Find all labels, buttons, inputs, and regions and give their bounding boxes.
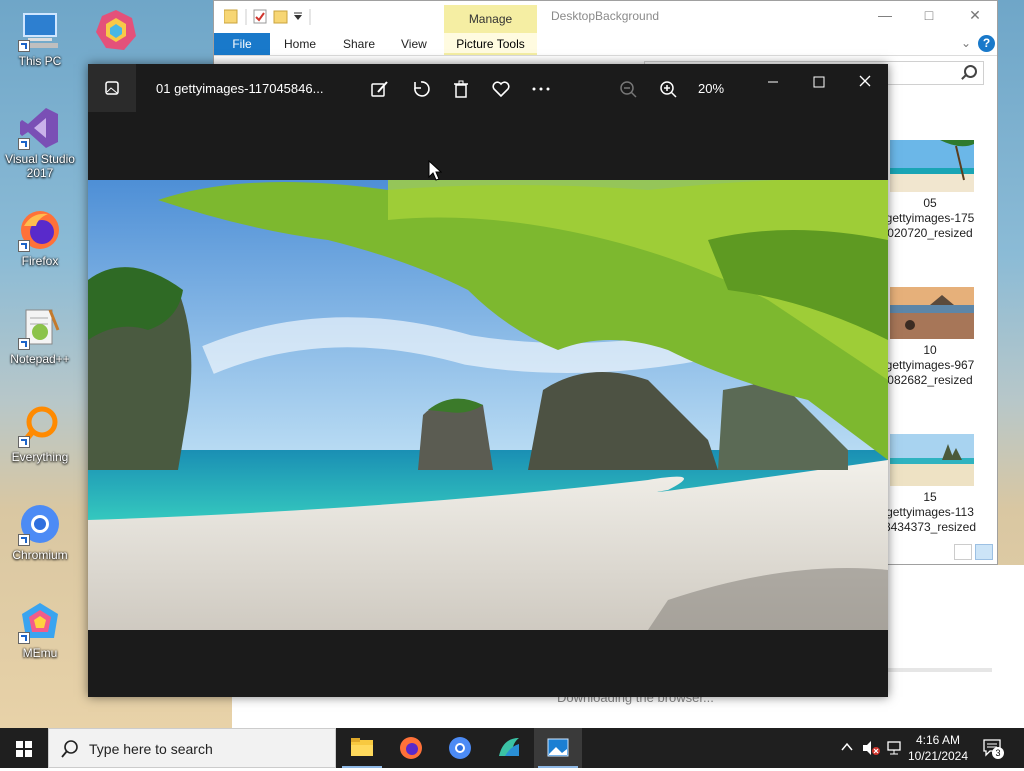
desktop-icon-label: Notepad++ — [10, 352, 70, 366]
tab-share[interactable]: Share — [343, 33, 375, 55]
file-label-text: 15 gettyimages-113 8434373_resized — [883, 490, 977, 534]
photos-app-icon — [94, 8, 138, 52]
thumbnail-beach-10[interactable] — [890, 287, 974, 339]
desktop-icon-visual-studio[interactable]: Visual Studio 2017 — [4, 106, 76, 180]
desktop-icon-memu[interactable]: MEmu — [4, 600, 76, 660]
viewer-filename: 01 gettyimages-117045846... — [156, 81, 324, 96]
tab-picture-tools[interactable]: Picture Tools — [444, 33, 537, 55]
photos-viewer-window[interactable]: 01 gettyimages-117045846... 20% — [88, 64, 888, 697]
search-icon — [964, 65, 977, 78]
tab-home[interactable]: Home — [284, 33, 316, 55]
photos-icon — [547, 738, 569, 757]
more-options-icon[interactable] — [530, 78, 552, 100]
desktop-icon-everything[interactable]: Everything — [4, 404, 76, 464]
notepadpp-icon — [18, 306, 62, 350]
explorer-titlebar[interactable]: Manage DesktopBackground — □ ✕ — [214, 1, 997, 33]
memu-icon — [18, 600, 62, 644]
explorer-ribbon: File Home Share View Picture Tools ⌄ ? — [214, 33, 997, 56]
taskbar-chromium[interactable] — [436, 728, 484, 768]
chromium-icon — [449, 737, 471, 759]
chevron-down-icon[interactable]: ⌄ — [961, 36, 971, 50]
taskbar-memu[interactable] — [485, 728, 533, 768]
visual-studio-icon — [18, 106, 62, 150]
maximize-button[interactable]: □ — [914, 7, 944, 23]
file-label[interactable]: 10 gettyimages-967 082682_resized — [878, 343, 982, 388]
desktop-icon-firefox[interactable]: Firefox — [4, 208, 76, 268]
file-label-text: 10 gettyimages-967 082682_resized — [885, 343, 975, 387]
quick-access-toolbar[interactable] — [224, 9, 314, 25]
folder-icon — [351, 738, 373, 756]
desktop-icon-chromium[interactable]: Chromium — [4, 502, 76, 562]
everything-icon — [18, 404, 62, 448]
tab-file[interactable]: File — [214, 33, 270, 55]
file-label[interactable]: 05 gettyimages-175 020720_resized — [878, 196, 982, 241]
delete-icon[interactable] — [450, 78, 472, 100]
desktop-icon-label: Visual Studio 2017 — [5, 152, 75, 180]
viewer-minimize-button[interactable] — [758, 72, 788, 92]
zoom-level[interactable]: 20% — [698, 81, 724, 96]
file-label-text: 05 gettyimages-175 020720_resized — [885, 196, 975, 240]
network-icon[interactable] — [886, 740, 902, 756]
taskbar-firefox[interactable] — [387, 728, 435, 768]
file-label[interactable]: 15 gettyimages-113 8434373_resized — [878, 490, 982, 535]
search-icon — [61, 740, 78, 758]
windows-icon — [16, 741, 32, 757]
gallery-button[interactable] — [88, 64, 136, 112]
viewer-toolbar: 01 gettyimages-117045846... 20% — [88, 64, 888, 114]
help-icon[interactable]: ? — [978, 35, 995, 52]
firefox-icon — [400, 737, 422, 759]
gallery-icon — [105, 81, 119, 95]
taskbar-search-box[interactable]: Type here to search — [48, 728, 336, 768]
clock-date: 10/21/2024 — [907, 749, 969, 763]
thumbnail-beach-05[interactable] — [890, 140, 974, 192]
firefox-icon — [18, 208, 62, 252]
viewer-close-button[interactable] — [850, 72, 880, 92]
desktop-icon-label: Firefox — [21, 254, 59, 268]
notification-center-button[interactable]: 3 — [982, 738, 1004, 759]
edit-icon[interactable] — [369, 78, 391, 100]
desktop-icon-this-pc[interactable]: This PC — [4, 8, 76, 68]
chromium-icon — [18, 502, 62, 546]
details-view-icon[interactable] — [954, 544, 972, 560]
zoom-in-icon[interactable] — [657, 78, 679, 100]
desktop-icon-partial[interactable] — [80, 8, 152, 54]
rotate-icon[interactable] — [410, 78, 432, 100]
view-mode-buttons — [951, 544, 993, 563]
computer-icon — [18, 8, 62, 52]
viewer-maximize-button[interactable] — [804, 72, 834, 92]
taskbar-file-explorer[interactable] — [338, 728, 386, 768]
notification-count-badge: 3 — [992, 747, 1004, 759]
explorer-title: DesktopBackground — [551, 9, 660, 23]
taskbar: Type here to search 4:16 AM 10/21/2024 3 — [0, 728, 1024, 768]
mouse-cursor-icon — [428, 160, 442, 181]
desktop-icon-label: Everything — [11, 450, 69, 464]
search-placeholder: Type here to search — [89, 741, 213, 757]
close-button[interactable]: ✕ — [960, 7, 990, 24]
desktop-icon-label: This PC — [18, 54, 62, 68]
manage-tab[interactable]: Manage — [444, 5, 537, 33]
taskbar-photos[interactable] — [534, 728, 582, 768]
minimize-button[interactable]: — — [870, 7, 900, 23]
desktop-icon-notepadpp[interactable]: Notepad++ — [4, 306, 76, 366]
displayed-photo[interactable] — [88, 180, 888, 630]
volume-muted-icon[interactable] — [862, 740, 880, 756]
large-icons-view-icon[interactable] — [975, 544, 993, 560]
thumbnail-beach-15[interactable] — [890, 434, 974, 486]
favorite-icon[interactable] — [490, 78, 512, 100]
clock-time: 4:16 AM — [915, 733, 961, 747]
desktop-icon-label: MEmu — [22, 646, 58, 660]
system-clock[interactable]: 4:16 AM 10/21/2024 — [905, 732, 971, 764]
start-button[interactable] — [0, 728, 48, 768]
chevron-up-icon[interactable] — [840, 740, 854, 754]
tab-view[interactable]: View — [401, 33, 427, 55]
zoom-out-icon[interactable] — [617, 78, 639, 100]
desktop-icon-label: Chromium — [12, 548, 68, 562]
memu-icon — [499, 738, 519, 756]
